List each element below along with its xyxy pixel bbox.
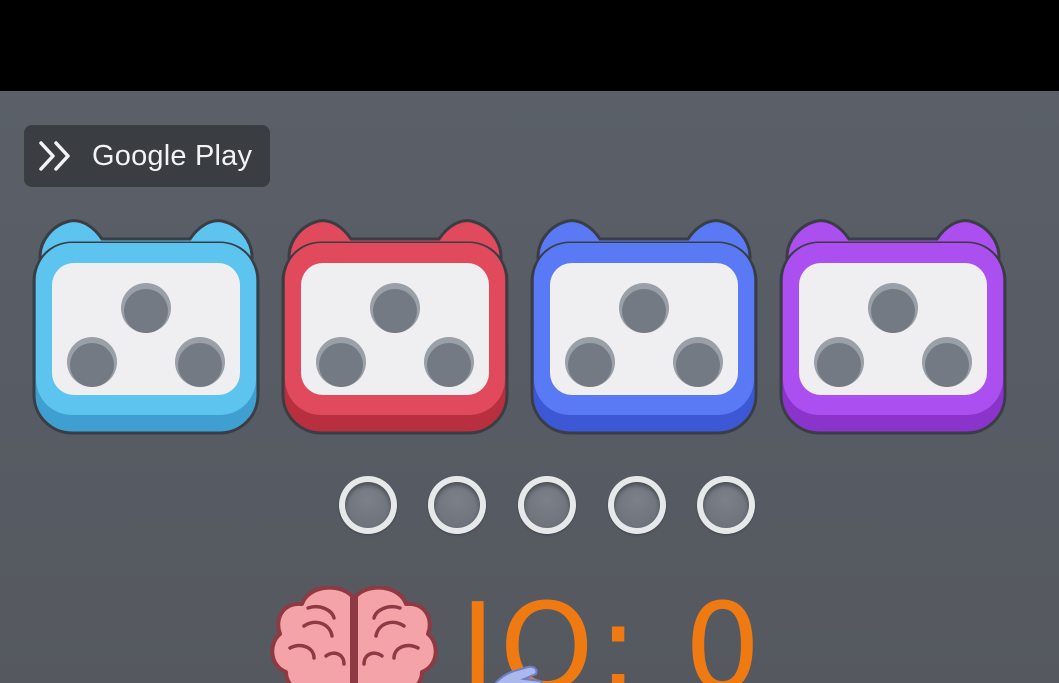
cat-piece-shape (530, 219, 758, 435)
cat-piece-shape (281, 219, 509, 435)
answer-slot[interactable] (428, 476, 486, 534)
google-play-badge[interactable]: Google Play (24, 125, 270, 187)
brain-icon (270, 586, 438, 683)
piece-red[interactable] (279, 213, 511, 445)
double-chevron-right-icon (39, 141, 70, 171)
cat-piece-shape (32, 219, 260, 435)
answer-slot[interactable] (608, 476, 666, 534)
answer-slot[interactable] (339, 476, 397, 534)
answer-slot[interactable] (518, 476, 576, 534)
cat-piece-shape (779, 219, 1007, 435)
game-area: Google Play IQ: 0 (0, 91, 1059, 683)
piece-purple[interactable] (777, 213, 1009, 445)
top-black-bar (0, 0, 1059, 91)
piece-blue[interactable] (528, 213, 760, 445)
pointer-hand-icon (494, 665, 544, 683)
answer-slot[interactable] (697, 476, 755, 534)
google-play-label: Google Play (92, 139, 253, 172)
piece-light-blue[interactable] (30, 213, 262, 445)
